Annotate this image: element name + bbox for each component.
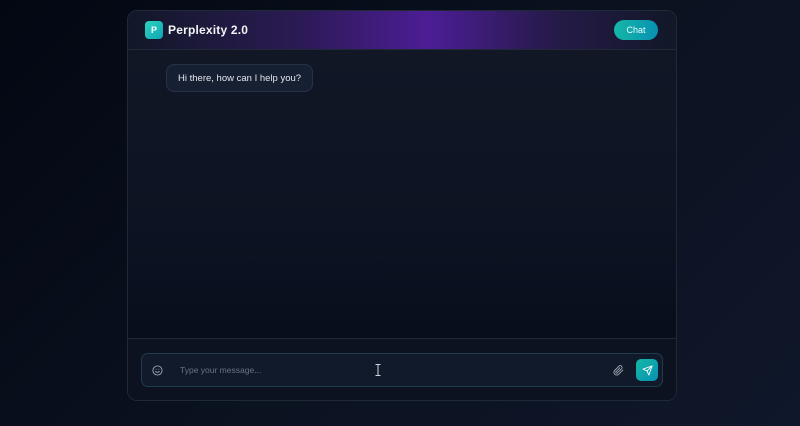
message-input[interactable] — [180, 362, 600, 378]
smile-icon[interactable] — [149, 362, 165, 378]
app-header: P Perplexity 2.0 Chat — [128, 11, 676, 50]
paperclip-icon[interactable] — [610, 362, 626, 378]
send-button[interactable] — [636, 359, 658, 381]
brand: P Perplexity 2.0 — [145, 21, 248, 39]
send-icon — [641, 364, 653, 376]
message-input-container — [141, 353, 663, 387]
chat-window: P Perplexity 2.0 Chat Hi there, how can … — [127, 10, 677, 401]
app-title: Perplexity 2.0 — [168, 23, 249, 37]
text-cursor-icon — [375, 363, 381, 376]
message-list: Hi there, how can I help you? — [128, 51, 676, 338]
assistant-message: Hi there, how can I help you? — [166, 64, 314, 92]
app-logo: P — [145, 21, 163, 39]
chat-button[interactable]: Chat — [614, 20, 658, 40]
composer — [128, 338, 676, 400]
